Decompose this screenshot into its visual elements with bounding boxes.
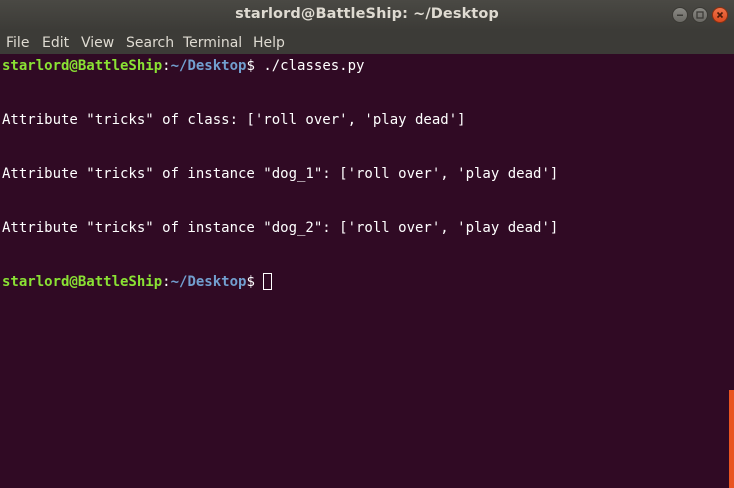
close-button[interactable] — [712, 7, 728, 23]
maximize-icon — [696, 11, 704, 19]
terminal-window: starlord@BattleShip: ~/Desktop File Edit… — [0, 0, 734, 488]
prompt-separator: : — [162, 274, 171, 290]
minimize-button[interactable] — [672, 7, 688, 23]
minimize-icon — [677, 14, 683, 16]
menu-search[interactable]: Search — [126, 35, 174, 51]
maximize-button[interactable] — [692, 7, 708, 23]
menu-file[interactable]: File — [6, 35, 29, 51]
menu-bar: File Edit View Search Terminal Help — [0, 30, 734, 54]
title-bar[interactable]: starlord@BattleShip: ~/Desktop — [0, 0, 734, 30]
menu-help[interactable]: Help — [253, 35, 285, 51]
prompt-symbol: $ — [246, 58, 255, 74]
terminal-area[interactable]: starlord@BattleShip:~/Desktop$ ./classes… — [0, 54, 734, 488]
command-text: ./classes.py — [254, 58, 365, 74]
prompt-path: ~/Desktop — [170, 274, 247, 290]
prompt-path: ~/Desktop — [170, 58, 247, 74]
output-line-3: Attribute "tricks" of instance "dog_2": … — [2, 220, 559, 236]
menu-edit[interactable]: Edit — [42, 35, 69, 51]
command-line: starlord@BattleShip:~/Desktop$ ./classes… — [2, 57, 364, 75]
menu-view[interactable]: View — [81, 35, 114, 51]
output-line-1: Attribute "tricks" of class: ['roll over… — [2, 112, 466, 128]
window-title: starlord@BattleShip: ~/Desktop — [235, 6, 499, 22]
menu-terminal[interactable]: Terminal — [183, 35, 242, 51]
current-prompt-line: starlord@BattleShip:~/Desktop$ — [2, 273, 273, 291]
prompt-user-host: starlord@BattleShip — [2, 58, 163, 74]
scrollbar-thumb[interactable] — [729, 390, 734, 488]
prompt-user-host: starlord@BattleShip — [2, 274, 163, 290]
close-icon — [716, 11, 724, 19]
output-line-2: Attribute "tricks" of instance "dog_1": … — [2, 166, 559, 182]
prompt-symbol: $ — [246, 274, 264, 290]
text-cursor — [263, 273, 273, 290]
prompt-separator: : — [162, 58, 171, 74]
